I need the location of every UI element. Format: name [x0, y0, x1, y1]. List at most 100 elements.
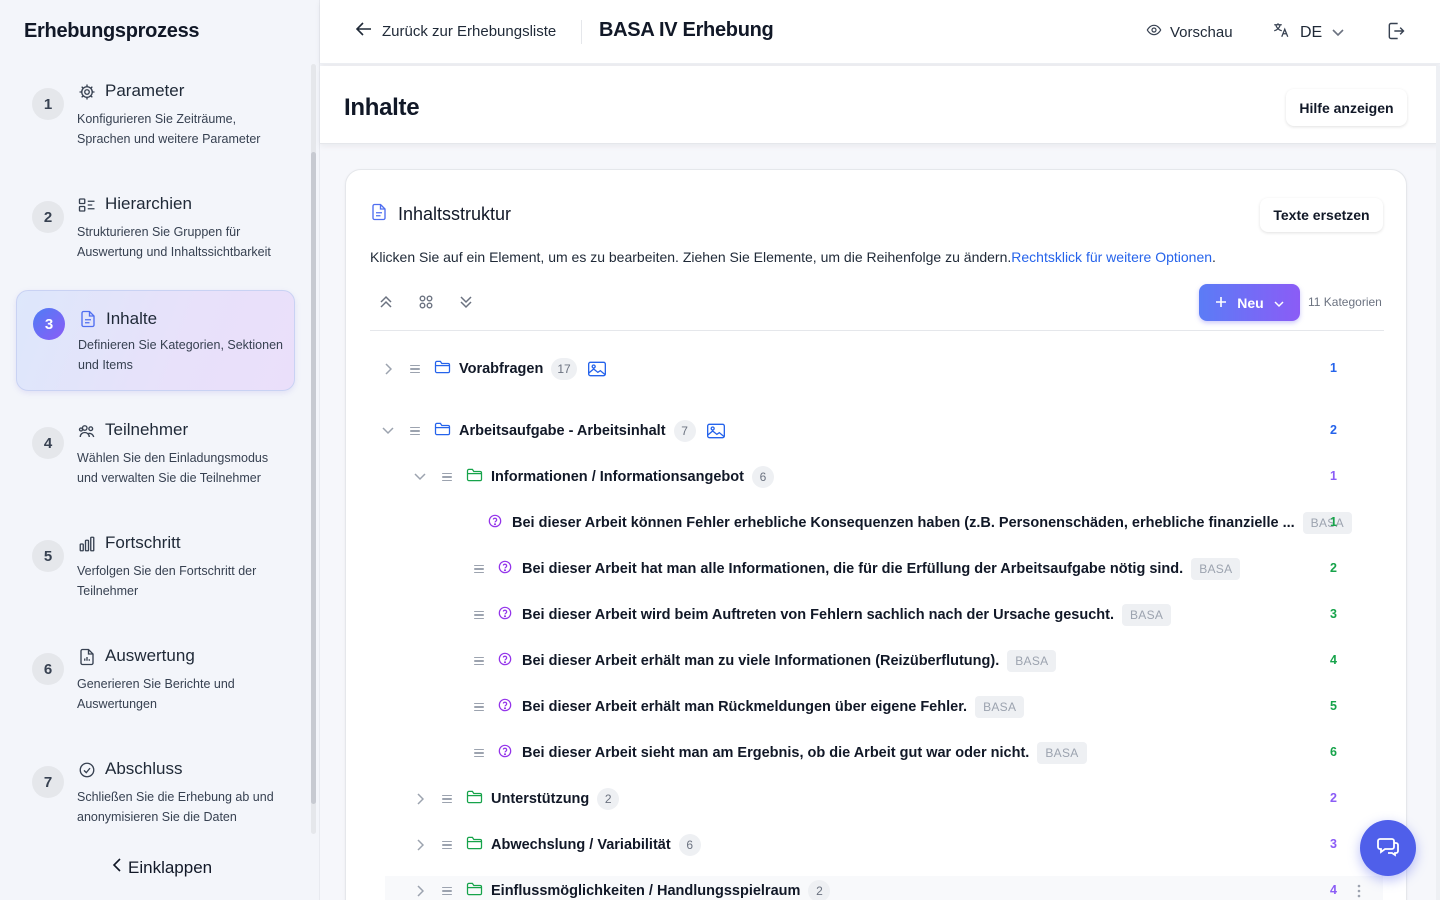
back-to-list-link[interactable]: Zurück zur Erhebungsliste [355, 22, 557, 40]
image-icon[interactable] [587, 360, 607, 378]
drag-handle-icon[interactable] [442, 794, 452, 804]
step-number: 2 [32, 201, 64, 233]
chevron-right-icon[interactable] [380, 361, 396, 377]
chevrons-down-icon [459, 295, 473, 314]
gear-icon [77, 82, 97, 102]
collapse-sidebar-button[interactable]: Einklappen [112, 857, 212, 878]
section-row[interactable]: Informationen / Informationsangebot 6 [412, 462, 1383, 492]
chevron-right-icon[interactable] [412, 883, 428, 899]
step-description: Strukturieren Sie Gruppen für Auswertung… [77, 225, 271, 259]
collapse-label: Einklappen [128, 857, 213, 877]
chevron-down-icon[interactable] [412, 469, 428, 485]
order-number: 2 [1330, 561, 1337, 575]
bar-chart-icon [77, 534, 97, 554]
page-scrollbar[interactable] [1436, 66, 1440, 900]
section-row[interactable]: Unterstützung 2 [412, 784, 1383, 814]
drag-handle-icon[interactable] [442, 472, 452, 482]
section-label: Unterstützung [491, 791, 590, 807]
section-label: Abwechslung / Variabilität [491, 837, 671, 853]
chevron-right-icon[interactable] [412, 791, 428, 807]
drag-handle-icon[interactable] [474, 748, 484, 758]
item-row[interactable]: Bei dieser Arbeit erhält man zu viele In… [474, 646, 1324, 676]
page-title: Inhalte [344, 94, 420, 121]
back-label: Zurück zur Erhebungsliste [382, 22, 557, 40]
drag-handle-icon[interactable] [410, 426, 420, 436]
item-tag-badge: BASA [1121, 604, 1172, 626]
more-vertical-icon[interactable] [1357, 884, 1361, 900]
item-tag-badge: BASA [975, 696, 1025, 718]
chat-icon [1376, 834, 1400, 863]
step-number: 3 [33, 308, 65, 340]
section-row[interactable]: Abwechslung / Variabilität 6 [412, 830, 1383, 860]
question-icon [498, 698, 512, 717]
sidebar-scrollbar-thumb[interactable] [311, 152, 316, 804]
order-number: 3 [1330, 607, 1337, 621]
drag-handle-icon[interactable] [442, 840, 452, 850]
header-divider [581, 20, 582, 44]
collapse-all-button[interactable] [374, 293, 398, 315]
image-icon[interactable] [706, 422, 726, 440]
item-row[interactable]: Bei dieser Arbeit hat man alle Informati… [474, 554, 1324, 584]
check-circle-icon [77, 760, 97, 780]
section-label: Einflussmöglichkeiten / Handlungsspielra… [491, 883, 801, 899]
preview-button[interactable]: Vorschau [1146, 22, 1233, 42]
step-auswertung[interactable]: 6 Auswertung Generieren Sie Berichte und… [16, 645, 295, 746]
chevron-right-icon[interactable] [412, 837, 428, 853]
page-header: Inhalte Hilfe anzeigen [320, 66, 1440, 144]
replace-texts-button[interactable]: Texte ersetzen [1260, 198, 1383, 232]
drag-handle-icon[interactable] [474, 656, 484, 666]
step-inhalte[interactable]: 3 Inhalte Definieren Sie Kategorien, Sek… [16, 290, 295, 391]
item-count-badge: 17 [551, 358, 577, 380]
sidebar-scrollbar[interactable] [311, 64, 316, 834]
item-row[interactable]: Bei dieser Arbeit sieht man am Ergebnis,… [474, 738, 1324, 768]
chevron-down-icon[interactable] [380, 423, 396, 439]
card-title: Inhaltsstruktur [398, 204, 512, 224]
folder-icon [434, 360, 451, 379]
section-row[interactable]: Einflussmöglichkeiten / Handlungsspielra… [385, 876, 1383, 900]
category-count: 11 Kategorien [1308, 295, 1382, 309]
step-number: 1 [32, 88, 64, 120]
order-number: 1 [1330, 515, 1337, 529]
chevron-down-icon [1332, 24, 1344, 42]
item-label: Bei dieser Arbeit erhält man zu viele In… [522, 653, 1000, 669]
step-description: Konfigurieren Sie Zeiträume, Sprachen un… [77, 112, 261, 146]
show-help-button[interactable]: Hilfe anzeigen [1286, 89, 1407, 126]
drag-handle-icon[interactable] [474, 702, 484, 712]
survey-title: BASA IV Erhebung [599, 19, 774, 41]
step-teilnehmer[interactable]: 4 Teilnehmer Wählen Sie den Einladungsmo… [16, 419, 295, 520]
drag-handle-icon[interactable] [474, 564, 484, 574]
question-icon [488, 514, 502, 533]
group-view-button[interactable] [414, 293, 438, 315]
chat-support-button[interactable] [1360, 820, 1416, 876]
expand-all-button[interactable] [454, 293, 478, 315]
arrow-left-icon [355, 22, 372, 40]
logout-icon [1386, 22, 1406, 46]
item-label: Bei dieser Arbeit sieht man am Ergebnis,… [522, 745, 1030, 761]
step-parameter[interactable]: 1 Parameter Konfigurieren Sie Zeiträume,… [16, 80, 295, 181]
language-select[interactable]: DE [1272, 21, 1344, 44]
item-row[interactable]: Bei dieser Arbeit wird beim Auftreten vo… [474, 600, 1324, 630]
drag-handle-icon[interactable] [442, 886, 452, 896]
step-hierarchien[interactable]: 2 Hierarchien Strukturieren Sie Gruppen … [16, 193, 295, 294]
right-click-options-link[interactable]: Rechtsklick für weitere Optionen [1011, 249, 1212, 265]
document-icon [78, 309, 98, 329]
step-description: Verfolgen Sie den Fortschritt der Teilne… [77, 564, 257, 598]
logout-button[interactable] [1386, 20, 1406, 47]
drag-handle-icon[interactable] [474, 610, 484, 620]
item-row[interactable]: Bei dieser Arbeit können Fehler erheblic… [474, 508, 1352, 538]
order-number: 4 [1330, 653, 1337, 667]
item-tag-badge: BASA [1037, 742, 1087, 764]
folder-icon [466, 836, 483, 855]
category-row[interactable]: Vorabfragen 17 [380, 354, 1383, 384]
category-row[interactable]: Arbeitsaufgabe - Arbeitsinhalt 7 [380, 416, 1383, 446]
preview-label: Vorschau [1170, 23, 1233, 41]
item-row[interactable]: Bei dieser Arbeit erhält man Rückmeldung… [474, 692, 1324, 722]
category-label: Vorabfragen [459, 361, 544, 377]
section-label: Informationen / Informationsangebot [491, 469, 744, 485]
step-abschluss[interactable]: 7 Abschluss Schließen Sie die Erhebung a… [16, 758, 295, 859]
step-description: Definieren Sie Kategorien, Sektionen und… [78, 338, 283, 372]
step-fortschritt[interactable]: 5 Fortschritt Verfolgen Sie den Fortschr… [16, 532, 295, 633]
chevron-left-icon [112, 857, 122, 878]
new-element-button[interactable]: Neu [1199, 284, 1300, 321]
drag-handle-icon[interactable] [410, 364, 420, 374]
